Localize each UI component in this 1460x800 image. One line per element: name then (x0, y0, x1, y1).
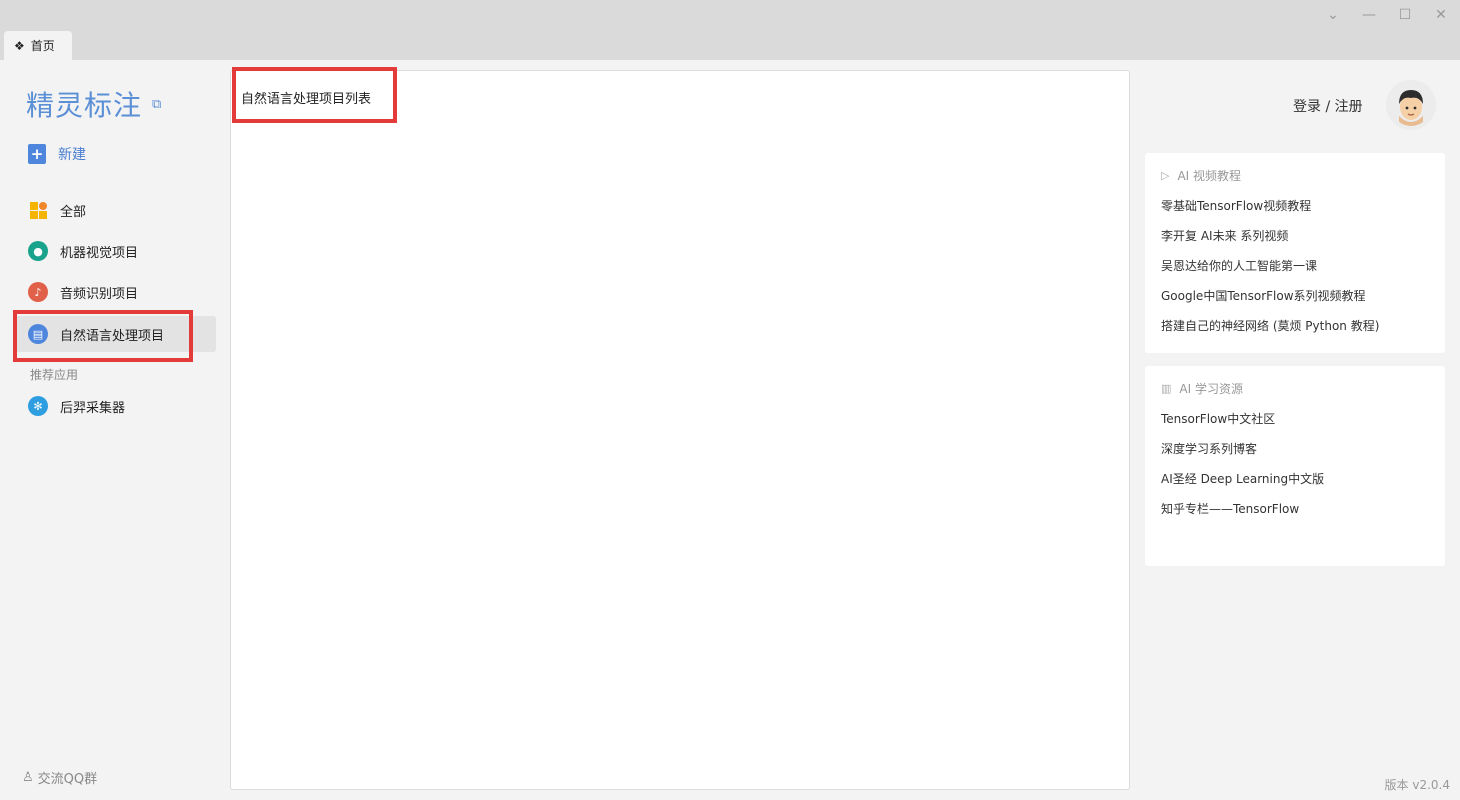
qq-label: 交流QQ群 (37, 772, 98, 787)
avatar[interactable] (1386, 80, 1436, 130)
highlight-box (13, 310, 193, 362)
music-icon: ♪ (28, 282, 48, 302)
highlight-box (232, 67, 397, 123)
title-bar: ❖ 首页 ⌄ — ☐ ✕ (0, 0, 1460, 60)
sidebar: 精灵标注 ⧉ + 新建 全部 ● 机器视觉项目 ♪ 音频识别项目 ▤ 自然语言处… (0, 60, 230, 800)
book-icon: ▥ (1161, 382, 1172, 395)
resource-link[interactable]: AI圣经 Deep Learning中文版 (1161, 471, 1429, 501)
new-project-button[interactable]: + 新建 (28, 144, 86, 164)
sidebar-item-audio[interactable]: ♪ 音频识别项目 (14, 274, 216, 310)
brand-logo[interactable]: 精灵标注 ⧉ (26, 84, 162, 124)
video-link[interactable]: 搭建自己的神经网络 (莫烦 Python 教程) (1161, 318, 1429, 348)
diamond-icon: ❖ (14, 38, 25, 53)
app-label: 后羿采集器 (60, 400, 126, 416)
crawler-icon: ✻ (28, 396, 48, 416)
sidebar-item-all[interactable]: 全部 (14, 192, 216, 228)
sidebar-item-label: 机器视觉项目 (60, 245, 139, 261)
app-houyi-collector[interactable]: ✻ 后羿采集器 (14, 388, 216, 424)
resource-link[interactable]: 知乎专栏——TensorFlow (1161, 501, 1429, 531)
play-video-icon: ▷ (1161, 169, 1170, 182)
tab-label: 首页 (30, 39, 55, 53)
sidebar-item-label: 全部 (60, 204, 87, 220)
close-icon[interactable]: ✕ (1430, 4, 1452, 26)
avatar-face-icon (1386, 80, 1436, 130)
login-register-link[interactable]: 登录 / 注册 (1293, 96, 1363, 116)
qq-icon: ♙ (22, 770, 34, 785)
card-title: AI 视频教程 (1177, 169, 1242, 183)
qq-group-link[interactable]: ♙ 交流QQ群 (22, 768, 97, 787)
maximize-icon[interactable]: ☐ (1394, 4, 1416, 26)
brand-title: 精灵标注 (26, 89, 143, 122)
card-title: AI 学习资源 (1179, 382, 1243, 396)
ai-video-card: ▷ AI 视频教程 零基础TensorFlow视频教程 李开复 AI未来 系列视… (1145, 153, 1445, 353)
ai-resource-card: ▥ AI 学习资源 TensorFlow中文社区 深度学习系列博客 AI圣经 D… (1145, 366, 1445, 566)
video-link[interactable]: 零基础TensorFlow视频教程 (1161, 198, 1429, 228)
minimize-icon[interactable]: — (1358, 4, 1380, 26)
new-project-label: 新建 (58, 147, 86, 163)
card-header: ▥ AI 学习资源 (1161, 380, 1429, 397)
external-link-icon[interactable]: ⧉ (152, 97, 162, 112)
resource-link[interactable]: TensorFlow中文社区 (1161, 411, 1429, 441)
video-link[interactable]: Google中国TensorFlow系列视频教程 (1161, 288, 1429, 318)
video-link[interactable]: 吴恩达给你的人工智能第一课 (1161, 258, 1429, 288)
bulb-icon: ● (28, 241, 48, 261)
version-label: 版本 v2.0.4 (1384, 778, 1450, 792)
window-controls: ⌄ — ☐ ✕ (1322, 4, 1452, 26)
main-panel: 自然语言处理项目列表 (230, 70, 1130, 790)
card-header: ▷ AI 视频教程 (1161, 167, 1429, 184)
sidebar-item-label: 音频识别项目 (60, 286, 139, 302)
recommended-apps-label: 推荐应用 (30, 368, 79, 382)
plus-file-icon: + (28, 144, 46, 164)
video-link[interactable]: 李开复 AI未来 系列视频 (1161, 228, 1429, 258)
tab-home[interactable]: ❖ 首页 (4, 31, 72, 60)
chevron-down-icon[interactable]: ⌄ (1322, 4, 1344, 26)
sidebar-item-vision[interactable]: ● 机器视觉项目 (14, 233, 216, 269)
grid-icon (28, 200, 48, 220)
resource-link[interactable]: 深度学习系列博客 (1161, 441, 1429, 471)
